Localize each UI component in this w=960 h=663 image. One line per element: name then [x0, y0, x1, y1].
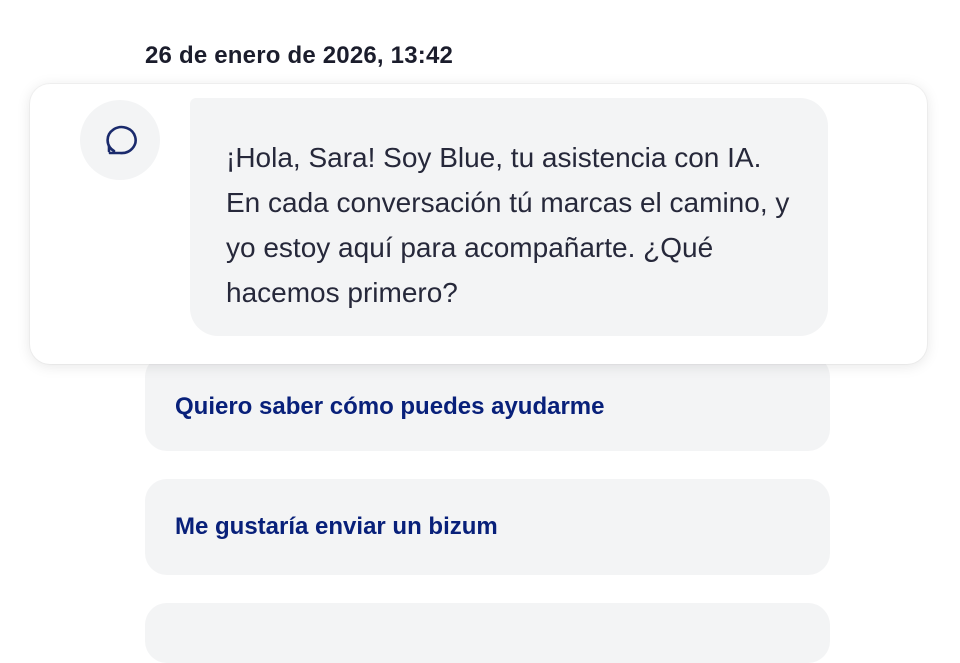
conversation-timestamp: 26 de enero de 2026, 13:42 — [145, 42, 454, 69]
chat-bubble-icon — [106, 125, 137, 155]
assistant-message-text: ¡Hola, Sara! Soy Blue, tu asistencia con… — [226, 142, 790, 308]
suggestion-chip[interactable]: Quiero saber cómo puedes ayudarme — [145, 355, 830, 451]
assistant-message-card: ¡Hola, Sara! Soy Blue, tu asistencia con… — [30, 84, 927, 364]
suggestion-chip[interactable] — [145, 603, 830, 663]
suggestion-chip-label: Quiero saber cómo puedes ayudarme — [175, 393, 605, 420]
assistant-message-bubble: ¡Hola, Sara! Soy Blue, tu asistencia con… — [190, 98, 828, 336]
assistant-avatar — [80, 100, 160, 180]
suggestion-chip[interactable]: Me gustaría enviar un bizum — [145, 479, 830, 575]
suggestion-chip-label: Me gustaría enviar un bizum — [175, 513, 498, 540]
